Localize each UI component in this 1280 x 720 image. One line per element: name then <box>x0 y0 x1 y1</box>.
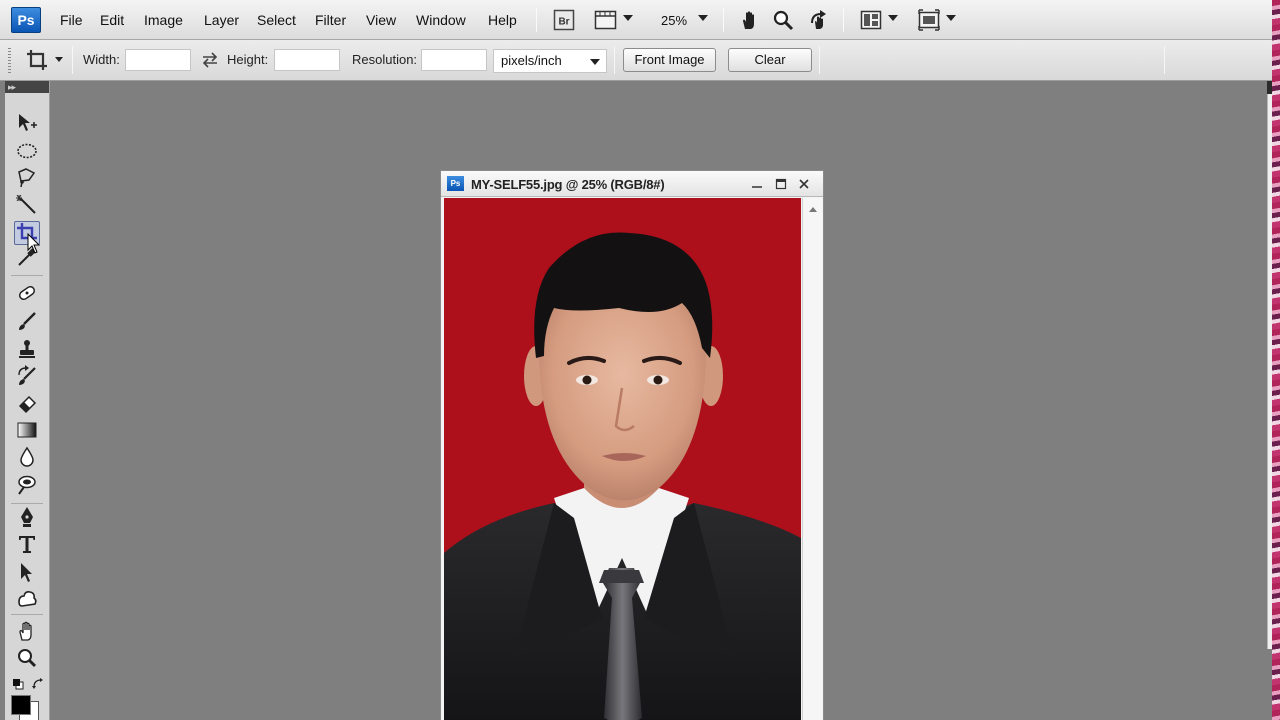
menubar-separator <box>536 8 537 32</box>
tool-preset-dropdown-arrow[interactable] <box>55 57 63 62</box>
screen-mode-dropdown-arrow[interactable] <box>946 15 956 21</box>
spot-healing-tool-icon[interactable] <box>14 281 40 305</box>
resolution-unit-value: pixels/inch <box>501 53 562 68</box>
blur-tool-icon[interactable] <box>14 445 40 469</box>
move-tool-icon[interactable] <box>14 111 40 135</box>
menu-filter[interactable]: Filter <box>315 12 346 28</box>
hand-icon[interactable] <box>739 9 761 34</box>
pen-tool-icon[interactable] <box>14 505 40 529</box>
arrange-documents-icon[interactable] <box>860 9 882 34</box>
options-separator <box>72 46 73 74</box>
menu-window[interactable]: Window <box>416 12 466 28</box>
maximize-icon[interactable] <box>771 174 791 194</box>
resolution-unit-select[interactable]: pixels/inch <box>493 49 607 73</box>
view-extras-dropdown-arrow[interactable] <box>623 15 633 21</box>
tools-panel: ▸▸ <box>5 81 50 720</box>
custom-shape-tool-icon[interactable] <box>14 587 40 611</box>
portrait-photo <box>444 232 801 720</box>
minimize-icon[interactable] <box>747 174 767 194</box>
swap-dimensions-icon[interactable] <box>201 52 219 71</box>
clear-button[interactable]: Clear <box>728 48 812 72</box>
hand-tool-icon[interactable] <box>14 619 40 643</box>
menu-file[interactable]: File <box>60 12 83 28</box>
clone-stamp-tool-icon[interactable] <box>14 337 40 361</box>
dodge-tool-icon[interactable] <box>14 473 40 497</box>
bridge-label: Br <box>558 17 569 28</box>
lasso-tool-icon[interactable] <box>14 165 40 189</box>
resolution-field[interactable] <box>421 49 487 71</box>
menu-help[interactable]: Help <box>488 12 517 28</box>
document-vertical-scrollbar[interactable] <box>802 198 822 720</box>
height-field[interactable] <box>274 49 340 71</box>
menubar-separator <box>723 8 724 32</box>
width-field[interactable] <box>125 49 191 71</box>
default-colors-icon[interactable] <box>12 678 24 693</box>
menu-view[interactable]: View <box>366 12 396 28</box>
menu-image[interactable]: Image <box>144 12 183 28</box>
zoom-tool-icon[interactable] <box>14 646 40 670</box>
zoom-level-dropdown-arrow[interactable] <box>698 15 708 21</box>
magic-wand-tool-icon[interactable] <box>14 193 40 217</box>
tool-group-separator <box>11 503 43 504</box>
menubar-separator <box>843 8 844 32</box>
document-title: MY-SELF55.jpg @ 25% (RGB/8#) <box>471 177 665 192</box>
document-titlebar[interactable]: Ps MY-SELF55.jpg @ 25% (RGB/8#) <box>441 171 823 197</box>
type-tool-icon[interactable] <box>14 532 40 556</box>
rotate-view-icon[interactable] <box>808 9 830 34</box>
close-icon[interactable] <box>794 174 814 194</box>
chevron-down-icon <box>590 59 600 65</box>
zoom-level[interactable]: 25% <box>661 13 687 28</box>
gradient-tool-icon[interactable] <box>14 418 40 442</box>
options-bar: Width: Height: Resolution: pixels/inch F… <box>0 40 1272 81</box>
menu-layer[interactable]: Layer <box>204 12 239 28</box>
crop-tool-preset-icon[interactable] <box>25 48 49 75</box>
resolution-label: Resolution: <box>352 52 418 67</box>
tool-group-separator <box>11 614 43 615</box>
options-separator <box>614 46 615 74</box>
mouse-cursor-icon <box>27 232 41 258</box>
options-separator <box>819 46 820 74</box>
menu-edit[interactable]: Edit <box>100 12 124 28</box>
view-extras-icon[interactable] <box>594 9 618 34</box>
tools-panel-header[interactable]: ▸▸ <box>5 81 49 93</box>
options-bar-grip[interactable] <box>8 48 11 74</box>
bridge-icon[interactable]: Br <box>553 9 575 34</box>
history-brush-tool-icon[interactable] <box>14 364 40 388</box>
elliptical-marquee-tool-icon[interactable] <box>14 139 40 163</box>
screen-mode-icon[interactable] <box>918 9 940 34</box>
path-selection-tool-icon[interactable] <box>14 560 40 584</box>
photoshop-logo: Ps <box>11 7 41 33</box>
options-separator <box>1164 46 1165 74</box>
document-window[interactable]: Ps MY-SELF55.jpg @ 25% (RGB/8#) <box>440 170 824 720</box>
brush-tool-icon[interactable] <box>14 309 40 333</box>
front-image-button[interactable]: Front Image <box>623 48 716 72</box>
image-canvas[interactable] <box>444 198 801 720</box>
menu-select[interactable]: Select <box>257 12 296 28</box>
tool-group-separator <box>11 275 43 276</box>
height-label: Height: <box>227 52 269 67</box>
desktop-background-strip <box>1272 0 1280 720</box>
arrange-documents-dropdown-arrow[interactable] <box>888 15 898 21</box>
foreground-color-swatch[interactable] <box>11 695 31 715</box>
width-label: Width: <box>83 52 120 67</box>
zoom-icon[interactable] <box>772 9 794 34</box>
swap-colors-icon[interactable] <box>32 678 44 693</box>
eraser-tool-icon[interactable] <box>14 391 40 415</box>
scroll-up-arrow-icon[interactable] <box>809 207 817 212</box>
document-ps-icon: Ps <box>447 176 464 191</box>
menu-bar: Ps File Edit Image Layer Select Filter V… <box>0 0 1272 40</box>
